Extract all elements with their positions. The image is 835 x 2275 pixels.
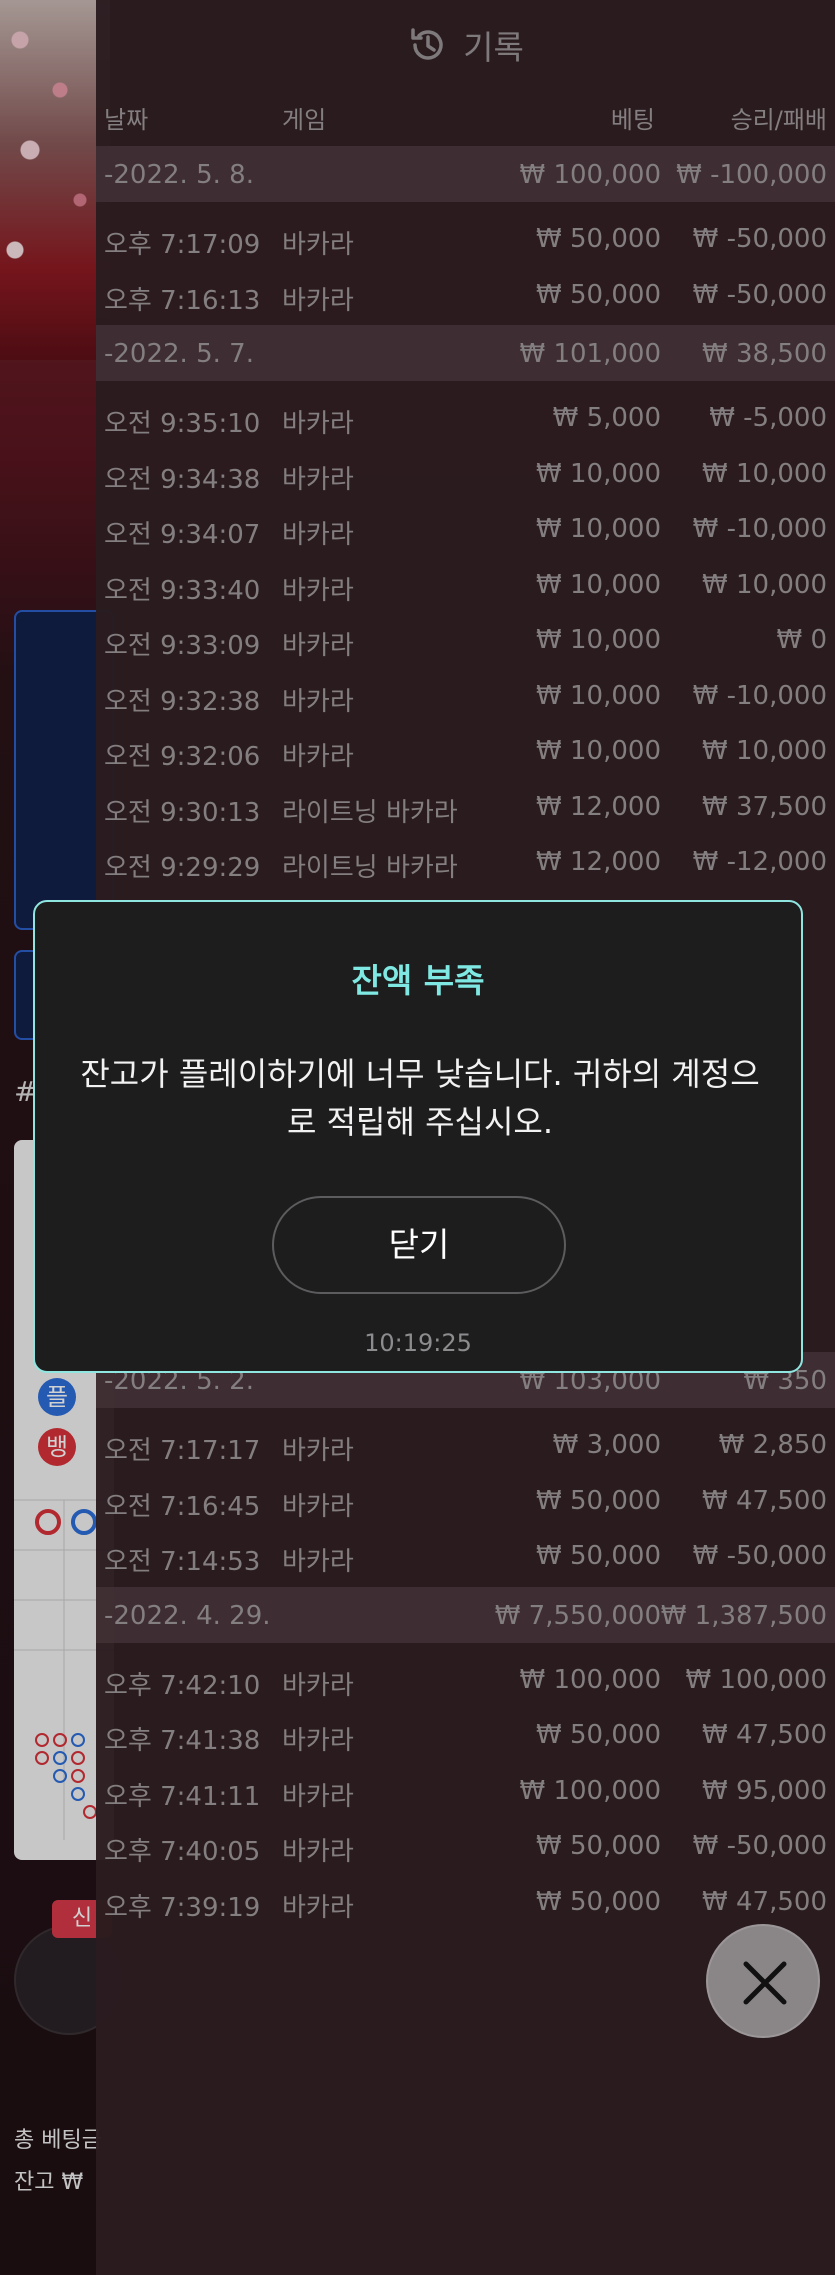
close-dialog-button[interactable]: 닫기: [272, 1196, 566, 1294]
insufficient-balance-dialog: 잔액 부족 잔고가 플레이하기에 너무 낮습니다. 귀하의 계정으로 적립해 주…: [33, 900, 803, 1373]
close-icon: [743, 1961, 787, 2005]
dialog-message: 잔고가 플레이하기에 너무 낮습니다. 귀하의 계정으로 적립해 주십시오.: [80, 1055, 760, 1141]
dialog-timestamp: 10:19:25: [364, 1329, 472, 1357]
dialog-title: 잔액 부족: [351, 961, 485, 1000]
close-history-button[interactable]: [706, 1924, 820, 2038]
